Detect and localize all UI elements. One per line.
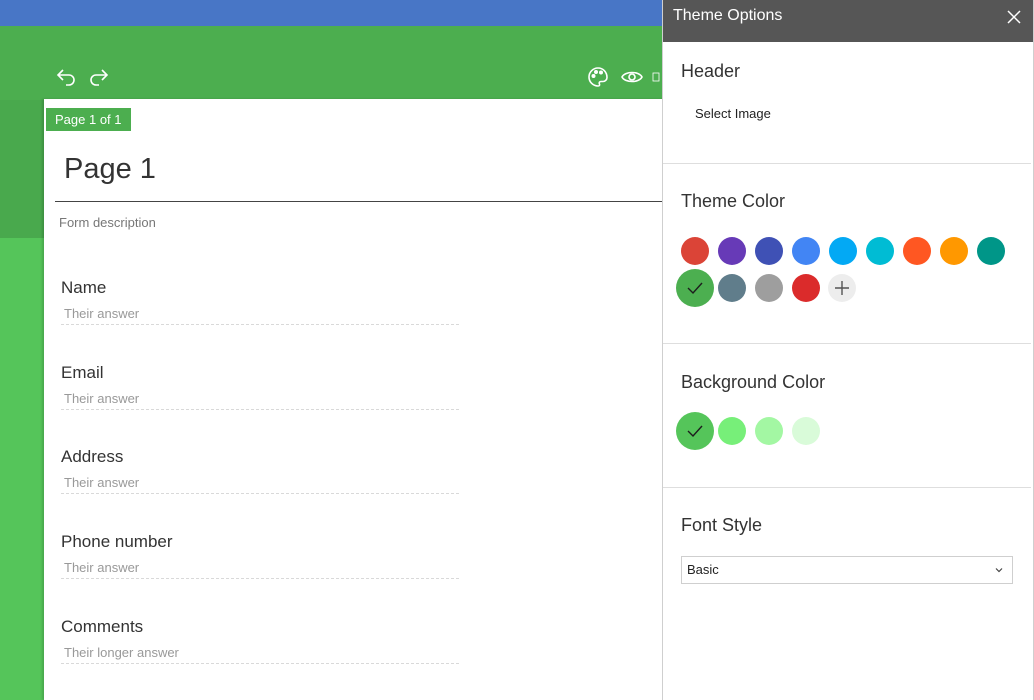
plus-icon xyxy=(835,281,849,295)
panel-title: Theme Options xyxy=(673,7,783,24)
answer-placeholder: Their answer xyxy=(61,560,459,579)
check-icon xyxy=(687,282,703,295)
answer-placeholder: Their answer xyxy=(61,475,459,494)
question-label: Email xyxy=(61,363,104,382)
side-background-dark xyxy=(0,100,46,238)
palette-icon[interactable] xyxy=(585,64,611,90)
color-swatch[interactable] xyxy=(755,274,783,302)
section-divider xyxy=(663,487,1031,488)
answer-placeholder: Their answer xyxy=(61,391,459,410)
color-swatch[interactable] xyxy=(792,417,820,445)
background-color-title: Background Color xyxy=(681,372,826,392)
color-swatch[interactable] xyxy=(718,417,746,445)
color-swatch[interactable] xyxy=(676,412,714,450)
color-swatch[interactable] xyxy=(676,269,714,307)
document-icon[interactable] xyxy=(650,64,662,90)
form-description[interactable]: Form description xyxy=(59,215,156,230)
question-label: Phone number xyxy=(61,532,173,551)
question-name[interactable]: Name Their answer xyxy=(61,278,459,325)
theme-color-title: Theme Color xyxy=(681,191,786,211)
select-image-button[interactable]: Select Image xyxy=(695,106,771,121)
color-swatch[interactable] xyxy=(903,237,931,265)
font-style-value: Basic xyxy=(687,562,719,577)
color-swatch[interactable] xyxy=(681,237,709,265)
page-badge: Page 1 of 1 xyxy=(46,108,131,131)
side-background xyxy=(0,238,46,700)
question-label: Address xyxy=(61,447,124,466)
chevron-down-icon xyxy=(995,568,1003,573)
color-swatch[interactable] xyxy=(829,237,857,265)
answer-placeholder: Their longer answer xyxy=(61,645,459,664)
question-label: Comments xyxy=(61,617,144,636)
color-swatch[interactable] xyxy=(755,417,783,445)
add-color-button[interactable] xyxy=(828,274,856,302)
question-comments[interactable]: Comments Their longer answer xyxy=(61,617,459,664)
color-swatch[interactable] xyxy=(718,237,746,265)
question-address[interactable]: Address Their answer xyxy=(61,447,459,494)
color-swatch[interactable] xyxy=(755,237,783,265)
answer-placeholder: Their answer xyxy=(61,306,459,325)
color-swatch[interactable] xyxy=(977,237,1005,265)
font-style-select[interactable]: Basic xyxy=(681,556,1013,584)
question-phone-number[interactable]: Phone number Their answer xyxy=(61,532,459,579)
redo-icon[interactable] xyxy=(86,64,112,90)
section-divider xyxy=(663,343,1031,344)
undo-icon[interactable] xyxy=(53,64,79,90)
close-icon[interactable] xyxy=(1005,6,1023,24)
form-sheet: Page 1 of 1 Page 1 Form description Name… xyxy=(44,99,684,700)
color-swatch[interactable] xyxy=(792,237,820,265)
font-style-title: Font Style xyxy=(681,515,763,535)
section-divider xyxy=(663,163,1031,164)
theme-options-panel: Theme Options Header Select Image Theme … xyxy=(662,0,1034,700)
title-divider xyxy=(55,201,684,202)
check-icon xyxy=(687,425,703,438)
header-section-title: Header xyxy=(681,61,741,81)
question-email[interactable]: Email Their answer xyxy=(61,363,459,410)
color-swatch[interactable] xyxy=(792,274,820,302)
panel-header: Theme Options xyxy=(663,0,1033,42)
color-swatch[interactable] xyxy=(940,237,968,265)
color-swatch[interactable] xyxy=(866,237,894,265)
page-title[interactable]: Page 1 xyxy=(64,153,156,186)
color-swatch[interactable] xyxy=(718,274,746,302)
eye-icon[interactable] xyxy=(619,64,645,90)
question-label: Name xyxy=(61,278,107,297)
